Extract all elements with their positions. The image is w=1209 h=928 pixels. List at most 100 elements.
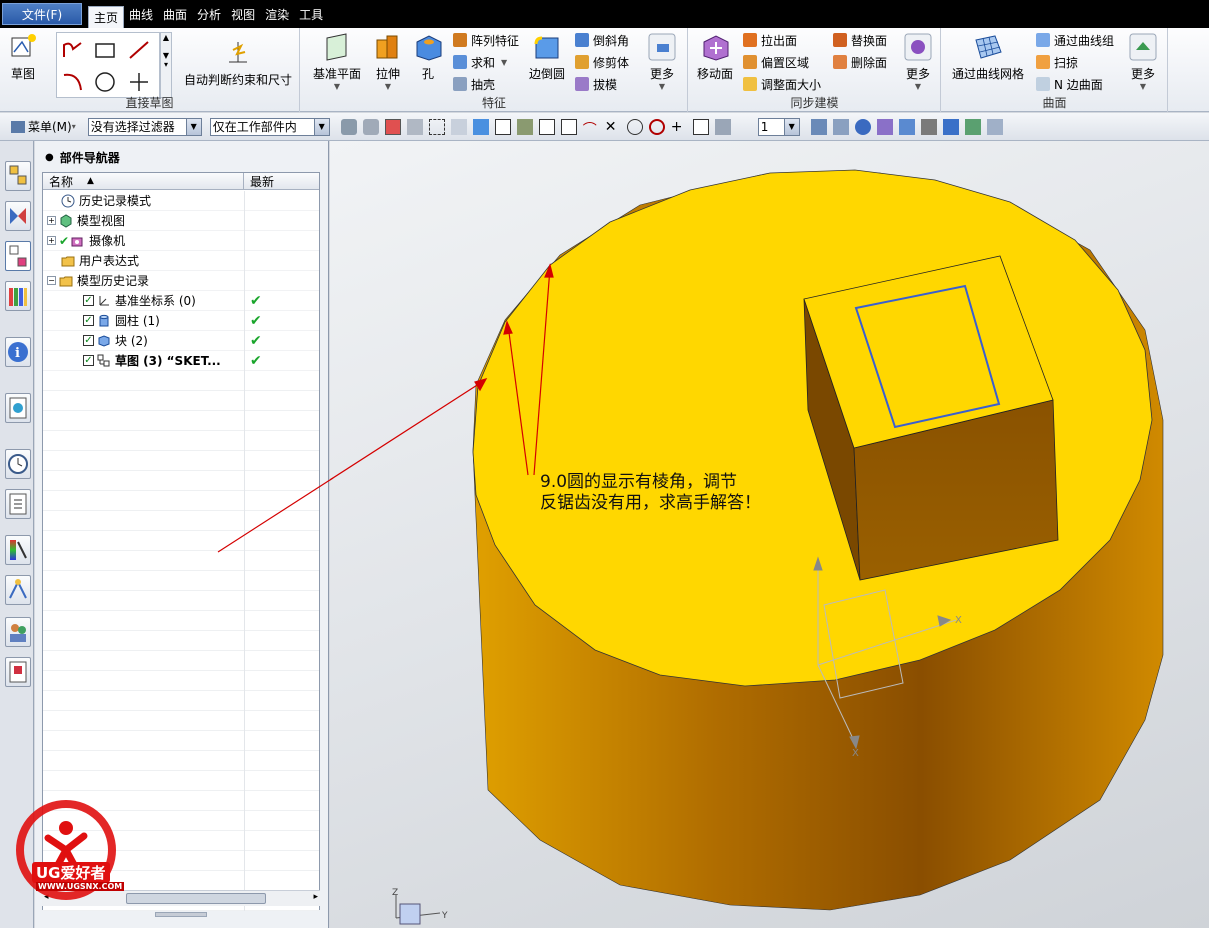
visibility-checkbox[interactable]: ✓ xyxy=(83,355,94,366)
file-menu-button[interactable]: 文件(F) xyxy=(2,3,82,25)
hole-button[interactable]: 孔 xyxy=(413,32,443,82)
column-header-name[interactable]: 名称 ▲ xyxy=(43,173,244,189)
through-curves-button[interactable]: 通过曲线组 xyxy=(1036,30,1114,50)
delete-face-button[interactable]: 删除面 xyxy=(833,52,887,72)
midpoint-snap-icon[interactable] xyxy=(560,118,577,135)
swept-button[interactable]: 扫掠 xyxy=(1036,52,1078,72)
n-sided-button[interactable]: N 边曲面 xyxy=(1036,74,1103,94)
expand-icon[interactable]: + xyxy=(47,216,56,225)
part-navigator-tab[interactable] xyxy=(5,241,31,271)
tree-row-model-views[interactable]: + 模型视图 xyxy=(43,211,319,231)
point-icon[interactable] xyxy=(127,71,151,93)
visibility-checkbox[interactable]: ✓ xyxy=(83,315,94,326)
auto-constraints-button[interactable]: 自动判断约束和尺寸 xyxy=(184,38,292,88)
profile-icon[interactable] xyxy=(61,39,85,61)
manufacturing-wizard-tab[interactable] xyxy=(5,575,31,605)
orient-view-icon[interactable] xyxy=(898,118,915,135)
layer-select[interactable]: 1 ▼ xyxy=(757,117,800,136)
visibility-checkbox[interactable]: ✓ xyxy=(83,335,94,346)
chamfer-button[interactable]: 倒斜角 xyxy=(575,30,629,50)
gallery-scroll[interactable]: ▲ ▼ ▾ xyxy=(160,32,172,98)
expand-icon[interactable]: + xyxy=(47,236,56,245)
web-browser-tab[interactable] xyxy=(5,393,31,423)
graphics-viewport[interactable]: X X Z Y 9.0圆的显示有棱角，调节 反锯齿没有用，求高手解答！ xyxy=(330,141,1209,928)
visibility-checkbox[interactable]: ✓ xyxy=(83,295,94,306)
center-snap-icon[interactable] xyxy=(626,118,643,135)
circle-icon[interactable] xyxy=(93,71,117,93)
rectangle-icon[interactable] xyxy=(93,39,117,61)
scroll-thumb[interactable] xyxy=(126,893,266,904)
pan-icon[interactable] xyxy=(876,118,893,135)
history-palette-tab[interactable] xyxy=(5,657,31,687)
offset-region-button[interactable]: 偏置区域 xyxy=(743,52,809,72)
existing-point-icon[interactable]: + xyxy=(671,119,687,135)
endpoint-snap-icon[interactable] xyxy=(538,118,555,135)
shell-button[interactable]: 抽壳 xyxy=(453,74,495,94)
curve-snap-icon[interactable]: ⌒ xyxy=(583,119,599,138)
datum-plane-button[interactable]: 基准平面 ▼ xyxy=(313,32,361,91)
edge-blend-button[interactable]: 边倒圆 xyxy=(529,32,565,82)
replace-face-button[interactable]: 替换面 xyxy=(833,30,887,50)
tree-row-block[interactable]: ✓ 块 (2) ✔ xyxy=(43,331,319,351)
tree-row-user-expressions[interactable]: 用户表达式 xyxy=(43,251,319,271)
panel-splitter[interactable] xyxy=(155,912,207,917)
filter-icon[interactable] xyxy=(340,118,357,135)
body-select-icon[interactable] xyxy=(450,118,467,135)
edit-section-icon[interactable] xyxy=(942,118,959,135)
on-face-icon[interactable] xyxy=(714,118,731,135)
line-icon[interactable] xyxy=(127,39,151,61)
tab-surface[interactable]: 曲面 xyxy=(158,3,192,25)
zoom-icon[interactable] xyxy=(832,118,849,135)
intersection-snap-icon[interactable]: ✕ xyxy=(605,119,621,135)
pull-face-button[interactable]: 拉出面 xyxy=(743,30,797,50)
tree-row-model-history[interactable]: − 模型历史记录 xyxy=(43,271,319,291)
resize-face-button[interactable]: 调整面大小 xyxy=(743,74,821,94)
info-tab[interactable]: i xyxy=(5,337,31,367)
sync-more-button[interactable]: 更多 ▼ xyxy=(903,32,933,91)
feature-more-button[interactable]: 更多 ▼ xyxy=(647,32,677,91)
tree-row-datum-csys[interactable]: ✓ 基准坐标系 (0) ✔ xyxy=(43,291,319,311)
collapse-icon[interactable]: − xyxy=(47,276,56,285)
tab-curve[interactable]: 曲线 xyxy=(124,3,158,25)
feature-select-icon[interactable] xyxy=(472,118,489,135)
menu-button[interactable]: 菜单(M) ▾ xyxy=(8,118,76,135)
wcs-icon[interactable] xyxy=(986,118,1003,135)
column-header-latest[interactable]: 最新 xyxy=(244,173,274,189)
snap-control-icon[interactable] xyxy=(516,118,533,135)
pin-icon[interactable]: ● xyxy=(45,152,54,163)
fit-icon[interactable] xyxy=(810,118,827,135)
tree-row-cylinder[interactable]: ✓ 圆柱 (1) ✔ xyxy=(43,311,319,331)
selection-scope-select[interactable]: 仅在工作部件内 ▼ xyxy=(209,117,330,136)
arc-icon[interactable] xyxy=(61,71,85,93)
rotate-icon[interactable] xyxy=(854,118,871,135)
selection-filter-select[interactable]: 没有选择过滤器 ▼ xyxy=(87,117,202,136)
tree-row-sketch[interactable]: ✓ 草图 (3) “SKET... ✔ xyxy=(43,351,319,371)
reuse-library-tab[interactable] xyxy=(5,281,31,311)
process-studio-tab[interactable] xyxy=(5,535,31,565)
show-hide-icon[interactable] xyxy=(964,118,981,135)
roles-tab[interactable] xyxy=(5,617,31,647)
history-tab[interactable] xyxy=(5,449,31,479)
unite-button[interactable]: 求和 ▼ xyxy=(453,52,507,72)
scroll-right-icon[interactable]: ▸ xyxy=(313,892,318,902)
pattern-feature-button[interactable]: 阵列特征 xyxy=(453,30,519,50)
rectangle-select-icon[interactable] xyxy=(428,118,445,135)
system-materials-tab[interactable] xyxy=(5,489,31,519)
quadrant-snap-icon[interactable] xyxy=(648,118,665,135)
tab-tools[interactable]: 工具 xyxy=(294,3,328,25)
tab-analysis[interactable]: 分析 xyxy=(192,3,226,25)
sketch-button[interactable]: 草图 xyxy=(8,32,38,82)
draft-button[interactable]: 拔模 xyxy=(575,74,617,94)
extrude-button[interactable]: 拉伸 ▼ xyxy=(373,32,403,91)
tab-home[interactable]: 主页 xyxy=(88,6,125,28)
trim-body-button[interactable]: 修剪体 xyxy=(575,52,629,72)
assembly-navigator-tab[interactable] xyxy=(5,161,31,191)
tab-view[interactable]: 视图 xyxy=(226,3,260,25)
tree-row-cameras[interactable]: + ✔ 摄像机 xyxy=(43,231,319,251)
tab-render[interactable]: 渲染 xyxy=(260,3,294,25)
tree-row-history-mode[interactable]: 历史记录模式 xyxy=(43,191,319,211)
render-style-icon[interactable] xyxy=(920,118,937,135)
filter-reset-icon[interactable] xyxy=(362,118,379,135)
move-face-button[interactable]: 移动面 xyxy=(697,32,733,82)
on-curve-icon[interactable] xyxy=(692,118,709,135)
